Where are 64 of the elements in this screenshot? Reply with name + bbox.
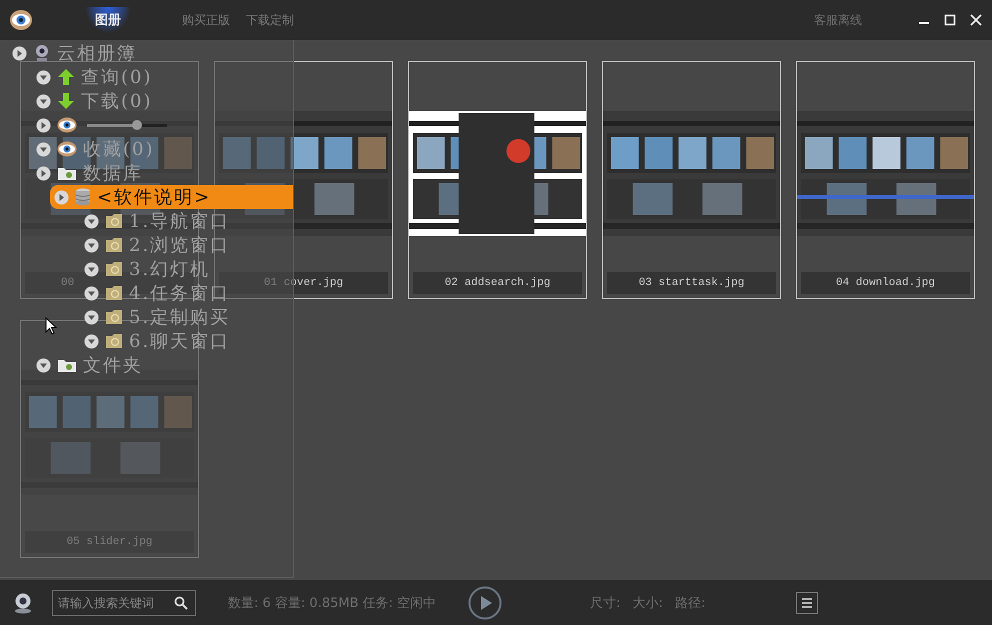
file-name: 00 (61, 277, 74, 289)
tree-item[interactable]: 1.导航窗口 (80, 209, 236, 233)
tree-item[interactable]: 下载(0) (32, 89, 158, 113)
expand-toggle-icon[interactable] (36, 142, 51, 156)
expand-toggle-icon[interactable] (84, 310, 99, 324)
folder-icon (105, 261, 123, 277)
folder-icon (105, 213, 123, 229)
expand-toggle-icon[interactable] (84, 334, 99, 348)
file-name: 01 cover.jpg (264, 277, 344, 289)
pointer-icon (45, 317, 57, 335)
expand-toggle-icon[interactable] (84, 238, 99, 252)
database-icon (75, 188, 91, 206)
folder-icon (105, 285, 123, 301)
expand-toggle-icon[interactable] (84, 286, 99, 300)
expand-toggle-icon[interactable] (54, 190, 69, 204)
play-button-icon[interactable] (468, 586, 502, 620)
eye-icon (57, 117, 77, 133)
folder-icon (105, 309, 123, 325)
expand-toggle-icon[interactable] (84, 262, 99, 276)
status-summary: 数量: 6 容量: 0.85MB 任务: 空闲中 (228, 594, 436, 612)
up-arrow-icon (57, 68, 75, 86)
folder-icon (105, 237, 123, 253)
nav-tab[interactable]: 购买正版 (177, 8, 235, 32)
tree-item[interactable]: 5.定制购买 (80, 305, 236, 329)
tree-item[interactable]: 收藏(0) (32, 137, 160, 161)
webcam-icon[interactable] (12, 592, 34, 614)
close-icon[interactable] (970, 14, 982, 26)
tree-item[interactable]: 4.任务窗口 (80, 281, 236, 305)
expand-toggle-icon[interactable] (36, 70, 51, 84)
detail-label: 尺寸: (590, 594, 621, 612)
tree-item[interactable]: <软件说明> (50, 185, 293, 209)
eye-logo-icon (9, 9, 33, 31)
folder-icon (57, 165, 77, 181)
expand-toggle-icon[interactable] (36, 94, 51, 108)
expand-toggle-icon[interactable] (12, 46, 27, 60)
expand-toggle-icon[interactable] (84, 214, 99, 228)
file-name: 03 starttask.jpg (638, 277, 744, 289)
folder-icon (105, 333, 123, 349)
tree-item[interactable]: 6.聊天窗口 (80, 329, 236, 353)
down-arrow-icon (57, 92, 75, 110)
tree-item[interactable]: 云相册簿 (8, 41, 143, 65)
expand-toggle-icon[interactable] (36, 118, 51, 132)
detail-label: 路径: (674, 594, 706, 612)
detail-label: 大小: (632, 594, 663, 612)
menu-icon[interactable] (796, 592, 818, 614)
tree-item[interactable]: 2.浏览窗口 (80, 233, 236, 257)
tree-item[interactable]: 文件夹 (32, 353, 149, 377)
expand-toggle-icon[interactable] (36, 358, 51, 372)
file-name: 05 slider.jpg (66, 536, 152, 548)
search-field[interactable]: 请输入搜索关键词 (52, 590, 196, 616)
search-icon[interactable] (174, 596, 188, 610)
tree-item[interactable]: 数据库 (32, 161, 149, 185)
tree-item[interactable]: 查询(0) (32, 65, 158, 89)
nav-tab[interactable]: 图册 (85, 7, 131, 33)
maximize-icon[interactable] (944, 14, 956, 26)
expand-toggle-icon[interactable] (36, 166, 51, 180)
file-name: 04 download.jpg (836, 277, 936, 289)
file-name: 02 addsearch.jpg (444, 277, 550, 289)
eye-icon (57, 141, 77, 157)
webcam-icon (33, 44, 51, 62)
nav-tab[interactable]: 下载定制 (241, 8, 299, 32)
tree-item[interactable]: 3.幻灯机 (80, 257, 216, 281)
folder-icon (57, 357, 77, 373)
service-status: 客服离线 (814, 12, 862, 28)
